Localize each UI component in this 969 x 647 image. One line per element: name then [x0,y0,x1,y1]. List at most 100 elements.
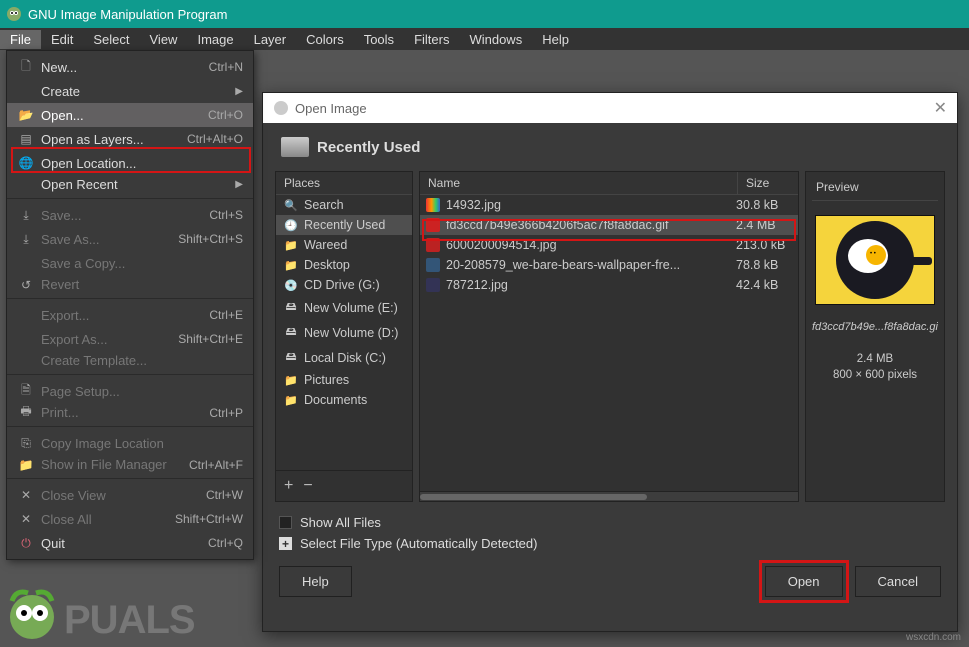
file-dropdown-menu: 🗋New...Ctrl+N Create▶ 📂Open...Ctrl+O ▤Op… [6,50,254,560]
show-all-files-option[interactable]: Show All Files [279,512,941,533]
file-size: 30.8 kB [736,198,792,212]
file-size: 78.8 kB [736,258,792,272]
place-label: New Volume (E:) [304,301,398,315]
place-icon: 🖴 [284,323,298,342]
places-add-button[interactable]: + [284,477,293,495]
menu-view[interactable]: View [140,30,188,49]
close-icon: ✕ [17,488,35,502]
file-quit[interactable]: ⏻QuitCtrl+Q [7,531,253,555]
place-item[interactable]: 🔍Search [276,195,412,215]
show-all-files-checkbox[interactable] [279,516,292,529]
menu-help[interactable]: Help [532,30,579,49]
menu-bar: File Edit Select View Image Layer Colors… [0,28,969,50]
file-name: 6000200094514.jpg [446,238,730,252]
file-open-as-layers[interactable]: ▤Open as Layers...Ctrl+Alt+O [7,127,253,151]
column-size[interactable]: Size [738,172,798,194]
file-row[interactable]: 20-208579_we-bare-bears-wallpaper-fre...… [420,255,798,275]
globe-icon: 🌐 [17,156,35,170]
file-size: 2.4 MB [736,218,792,232]
file-type-icon [426,198,440,212]
place-label: Local Disk (C:) [304,351,386,365]
scrollbar-thumb[interactable] [420,494,647,500]
file-new[interactable]: 🗋New...Ctrl+N [7,55,253,79]
place-icon: 🖴 [284,348,298,367]
menu-image[interactable]: Image [187,30,243,49]
places-panel: Places 🔍Search🕘Recently Used📁Wareed📁Desk… [275,171,413,502]
place-label: Desktop [304,258,350,272]
new-file-icon: 🗋 [17,57,35,78]
place-item[interactable]: 🕘Recently Used [276,215,412,235]
dialog-header-label: Recently Used [317,139,420,156]
file-row[interactable]: 787212.jpg42.4 kB [420,275,798,295]
open-button[interactable]: Open [765,566,843,597]
place-icon: 🖴 [284,298,298,317]
file-create[interactable]: Create▶ [7,79,253,103]
file-close-all: ✕Close AllShift+Ctrl+W [7,507,253,531]
menu-tools[interactable]: Tools [354,30,404,49]
file-row[interactable]: 6000200094514.jpg 213.0 kB [420,235,798,255]
file-name: 20-208579_we-bare-bears-wallpaper-fre... [446,258,730,272]
file-export: Export...Ctrl+E [7,303,253,327]
file-name: 787212.jpg [446,278,730,292]
preview-header: Preview [812,178,938,201]
menu-filters[interactable]: Filters [404,30,459,49]
file-save-copy: Save a Copy... [7,251,253,275]
place-item[interactable]: 📁 Wareed [276,235,412,255]
place-label: Wareed [304,238,347,252]
chevron-right-icon: ▶ [235,179,243,190]
place-item[interactable]: 🖴 New Volume (E:) [276,295,412,320]
place-icon: 📁 [284,239,298,252]
place-icon: 💿 [284,279,298,292]
file-open-recent[interactable]: Open Recent▶ [7,175,253,199]
dialog-title: Open Image [295,101,367,116]
file-revert: ↺Revert [7,275,253,299]
place-item[interactable]: 🖴New Volume (D:) [276,320,412,345]
file-list-header: Name Size [420,172,798,195]
dialog-close-button[interactable]: ✕ [934,98,947,118]
file-open-location[interactable]: 🌐Open Location... [7,151,253,175]
dialog-breadcrumb: Recently Used [263,123,957,171]
save-as-icon: ⤓ [17,232,35,247]
dialog-title-bar: Open Image ✕ [263,93,957,123]
place-item[interactable]: 📁 Desktop [276,255,412,275]
preview-metadata: 2.4 MB 800 × 600 pixels [833,351,917,383]
file-create-template: Create Template... [7,351,253,375]
horizontal-scrollbar[interactable] [420,491,798,501]
menu-windows[interactable]: Windows [459,30,532,49]
places-remove-button[interactable]: − [303,477,312,495]
place-label: Recently Used [304,218,385,232]
place-item[interactable]: 💿CD Drive (G:) [276,275,412,295]
expander-icon[interactable]: + [279,537,292,550]
file-save: ⤓Save...Ctrl+S [7,203,253,227]
file-type-icon [426,218,440,232]
dialog-options: Show All Files + Select File Type (Autom… [263,502,957,556]
menu-file[interactable]: File [0,30,41,49]
menu-select[interactable]: Select [83,30,139,49]
menu-edit[interactable]: Edit [41,30,83,49]
menu-colors[interactable]: Colors [296,30,354,49]
menu-layer[interactable]: Layer [244,30,297,49]
select-file-type-option[interactable]: + Select File Type (Automatically Detect… [279,533,941,554]
place-icon: 📁 [284,394,298,407]
help-button[interactable]: Help [279,566,352,597]
place-icon: 📁 [284,259,298,272]
preview-panel: Preview • • fd3ccd7b49e...f8fa8dac.gi 2.… [805,171,945,502]
file-open[interactable]: 📂Open...Ctrl+O [7,103,253,127]
file-show-in-file-manager: 📁Show in File ManagerCtrl+Alt+F [7,455,253,479]
wsxcdn-watermark: wsxcdn.com [906,632,961,643]
file-export-as: Export As...Shift+Ctrl+E [7,327,253,351]
file-size: 213.0 kB [736,238,792,252]
column-name[interactable]: Name [420,172,738,194]
file-row[interactable]: fd3ccd7b49e366b4206f5ac7f8fa8dac.gif2.4 … [420,215,798,235]
place-item[interactable]: 📁Documents [276,390,412,410]
place-item[interactable]: 📁Pictures [276,370,412,390]
print-icon: 🖶 [17,402,35,423]
cancel-button[interactable]: Cancel [855,566,941,597]
file-type-icon [426,238,440,252]
place-item[interactable]: 🖴 Local Disk (C:) [276,345,412,370]
quit-icon: ⏻ [17,536,35,551]
file-row[interactable]: 14932.jpg30.8 kB [420,195,798,215]
place-label: Search [304,198,344,212]
preview-filename: fd3ccd7b49e...f8fa8dac.gi [812,321,938,333]
file-page-setup: 🗎Page Setup... [7,379,253,403]
